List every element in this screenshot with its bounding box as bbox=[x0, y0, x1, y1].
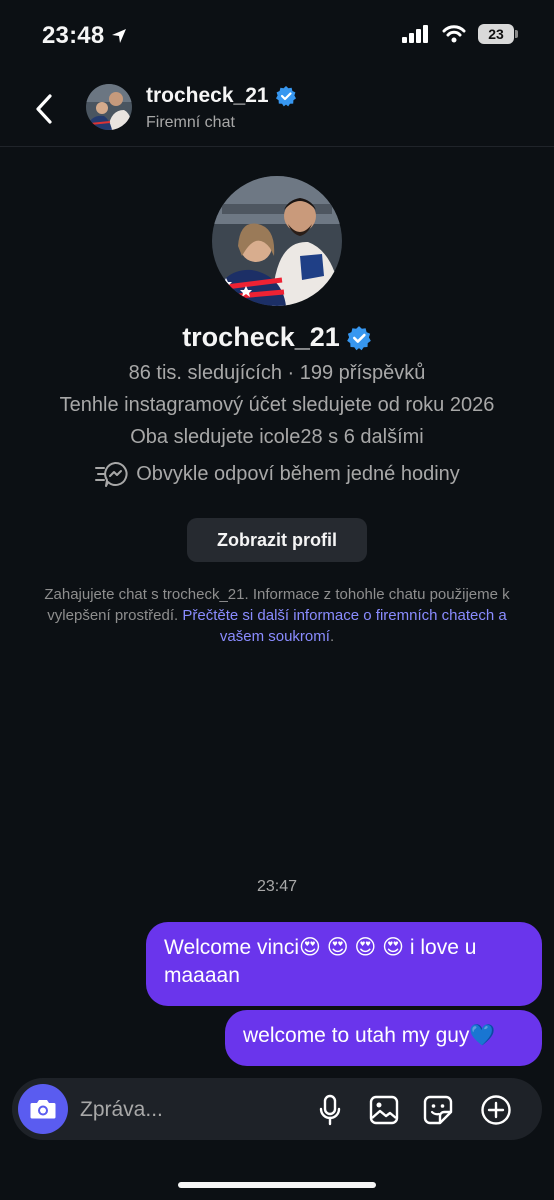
message-composer bbox=[12, 1078, 542, 1140]
battery-level: 23 bbox=[488, 26, 504, 42]
profile-photo bbox=[212, 176, 342, 306]
verified-icon bbox=[275, 86, 296, 107]
back-chevron-icon bbox=[36, 94, 52, 124]
mutual-followers: Oba sledujete icole28 s 6 dalšími bbox=[130, 426, 424, 448]
back-button[interactable] bbox=[30, 90, 62, 128]
profile-username-text: trocheck_21 bbox=[182, 322, 340, 352]
gallery-icon bbox=[369, 1095, 399, 1125]
sent-message-bubble[interactable]: welcome to utah my guy💙 bbox=[225, 1010, 542, 1066]
message-input[interactable] bbox=[78, 1088, 282, 1132]
profile-username: trocheck_21 bbox=[0, 322, 554, 353]
profile-avatar[interactable] bbox=[212, 176, 342, 306]
status-time-text: 23:48 bbox=[42, 22, 105, 49]
sticker-button[interactable] bbox=[420, 1092, 456, 1128]
gallery-button[interactable] bbox=[366, 1092, 402, 1128]
chat-header: trocheck_21 Firemní chat bbox=[0, 72, 554, 147]
view-profile-button[interactable]: Zobrazit profil bbox=[187, 518, 367, 562]
status-time: 23:48 bbox=[42, 22, 128, 50]
location-arrow-icon bbox=[112, 29, 127, 43]
header-avatar[interactable] bbox=[86, 84, 132, 130]
profile-stats: 86 tis. sledujících · 199 příspěvků bbox=[128, 362, 426, 384]
header-username-text: trocheck_21 bbox=[146, 84, 269, 107]
verified-icon bbox=[346, 325, 371, 350]
sent-message-bubble[interactable]: Welcome vinci😍 😍 😍 😍 i love u maaaan bbox=[146, 922, 542, 1006]
wifi-icon bbox=[442, 25, 466, 43]
microphone-icon bbox=[319, 1094, 341, 1126]
signal-icon bbox=[402, 25, 428, 43]
avatar-photo bbox=[86, 84, 132, 130]
disclaimer-end: . bbox=[329, 628, 335, 645]
header-subtitle: Firemní chat bbox=[146, 114, 235, 131]
camera-icon bbox=[30, 1100, 56, 1119]
sticker-icon bbox=[423, 1095, 453, 1125]
business-chat-disclaimer: Zahajujete chat s trocheck_21. Informace… bbox=[28, 584, 526, 647]
fast-reply-icon bbox=[95, 461, 128, 487]
following-since: Tenhle instagramový účet sledujete od ro… bbox=[59, 394, 495, 416]
camera-button[interactable] bbox=[18, 1084, 68, 1134]
battery-icon: 23 bbox=[478, 24, 518, 44]
home-indicator bbox=[178, 1182, 376, 1188]
message-timestamp: 23:47 bbox=[256, 878, 298, 895]
privacy-info-link[interactable]: Přečtěte si další informace o firemních … bbox=[182, 607, 506, 645]
status-bar: 23:48 23 bbox=[0, 0, 554, 72]
header-username[interactable]: trocheck_21 bbox=[146, 84, 297, 108]
response-time: Obvykle odpoví během jedné hodiny bbox=[0, 460, 554, 488]
status-icons: 23 bbox=[402, 24, 518, 44]
more-options-button[interactable] bbox=[478, 1092, 514, 1128]
voice-message-button[interactable] bbox=[312, 1092, 348, 1128]
response-time-text: Obvykle odpoví během jedné hodiny bbox=[136, 462, 460, 485]
plus-icon bbox=[481, 1095, 511, 1125]
